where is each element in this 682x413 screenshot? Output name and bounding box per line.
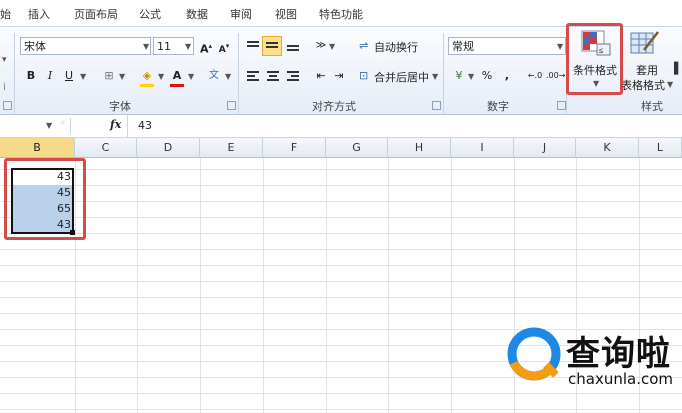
alignment-launcher-icon[interactable] xyxy=(432,101,441,110)
divider xyxy=(70,118,71,134)
divider xyxy=(443,33,444,113)
chevron-down-icon[interactable]: ▼ xyxy=(225,72,231,81)
italic-icon[interactable]: I xyxy=(41,67,59,85)
number-format-select[interactable]: 常规 xyxy=(448,37,566,55)
increase-decimal-icon[interactable]: ←.0 xyxy=(526,67,544,85)
chevron-down-icon[interactable]: ▼ xyxy=(432,72,438,81)
chevron-down-icon[interactable]: ▼ xyxy=(468,72,474,81)
highlight-frame-conditional-formatting xyxy=(566,23,623,95)
tab-formulas[interactable]: 公式 xyxy=(139,6,161,22)
insert-function-icon[interactable]: fx xyxy=(110,118,121,131)
wrap-text-button[interactable]: 自动换行 xyxy=(374,39,418,55)
format-as-table-button[interactable]: 套用 表格格式 ▼ xyxy=(621,27,674,97)
wrap-text-icon[interactable]: ⇌ xyxy=(359,39,368,52)
formula-bar: ▼ ◦ fx 43 xyxy=(0,115,682,138)
chevron-down-icon[interactable]: ▼ xyxy=(46,121,52,130)
sheet-grid[interactable]: 43 45 65 43 查询啦 chaxunla.com xyxy=(0,158,682,413)
align-left-icon[interactable] xyxy=(247,71,259,81)
chevron-down-icon[interactable]: ▼ xyxy=(158,72,164,81)
format-as-table-icon xyxy=(630,31,659,54)
dropdown-arrow-icon[interactable]: ▾ xyxy=(2,55,7,65)
watermark-logo-icon xyxy=(507,327,561,381)
merge-center-button[interactable]: 合并后居中 xyxy=(374,69,429,85)
font-name-select[interactable]: 宋体 xyxy=(20,37,151,55)
chevron-down-icon[interactable]: ▼ xyxy=(329,42,335,51)
divider xyxy=(127,115,128,137)
decrease-decimal-icon[interactable]: .00→ xyxy=(546,67,565,85)
tab-insert[interactable]: 插入 xyxy=(28,6,50,22)
chevron-down-icon[interactable]: ▼ xyxy=(188,72,194,81)
align-center-icon[interactable] xyxy=(267,71,279,81)
tab-page-layout[interactable]: 页面布局 xyxy=(74,6,118,22)
decrease-indent-icon[interactable]: ⇤ xyxy=(312,67,330,85)
increase-indent-icon[interactable]: ⇥ xyxy=(330,67,348,85)
number-launcher-icon[interactable] xyxy=(557,101,566,110)
column-header-b[interactable]: B xyxy=(0,138,75,157)
fill-color-icon[interactable]: ◈ xyxy=(138,67,156,85)
bold-icon[interactable]: B xyxy=(22,67,40,85)
chevron-down-icon: ▼ xyxy=(667,80,674,89)
column-header-h[interactable]: H xyxy=(388,138,451,157)
comma-style-icon[interactable]: , xyxy=(498,67,516,85)
watermark-site: chaxunla.com xyxy=(568,370,673,388)
align-right-icon[interactable] xyxy=(287,71,299,81)
font-group-label: 字体 xyxy=(109,100,131,113)
watermark-brand: 查询啦 xyxy=(566,334,671,374)
column-header-f[interactable]: F xyxy=(263,138,326,157)
divider xyxy=(14,33,15,113)
column-header-l[interactable]: L xyxy=(639,138,682,157)
orientation-icon[interactable]: ≫ xyxy=(312,37,330,55)
column-header-k[interactable]: K xyxy=(576,138,639,157)
fill-color-swatch xyxy=(140,84,154,87)
highlight-frame-selection xyxy=(4,158,86,240)
cell-styles-icon[interactable]: ▌ xyxy=(674,62,682,75)
merge-center-icon[interactable]: ⊡ xyxy=(359,69,368,82)
align-bottom-icon[interactable] xyxy=(287,43,299,53)
shrink-font-icon[interactable]: A▾ xyxy=(215,37,233,55)
alignment-group-label: 对齐方式 xyxy=(312,100,356,113)
chevron-down-icon[interactable]: ▼ xyxy=(80,72,86,81)
column-header-c[interactable]: C xyxy=(75,138,137,157)
clipboard-launcher-icon[interactable] xyxy=(3,101,12,110)
align-middle-button[interactable] xyxy=(262,36,282,56)
underline-icon[interactable]: U xyxy=(60,67,78,85)
font-color-icon[interactable]: A xyxy=(168,67,186,85)
column-headers: B C D E F G H I J K L xyxy=(0,138,682,158)
chevron-down-icon[interactable]: ▼ xyxy=(185,42,191,51)
chevron-down-icon[interactable]: ▼ xyxy=(143,42,149,51)
ribbon: ▾ ⅰ 宋体 ▼ 11 ▼ A▴ A▾ B I U ▼ ⊞ ▼ ◈ ▼ A ▼ … xyxy=(0,23,682,115)
currency-icon[interactable]: ¥ xyxy=(450,67,468,85)
column-header-e[interactable]: E xyxy=(200,138,263,157)
format-as-table-label-2: 表格格式 xyxy=(621,79,665,92)
number-group-label: 数字 xyxy=(487,100,509,113)
font-launcher-icon[interactable] xyxy=(227,101,236,110)
divider xyxy=(238,33,239,113)
column-header-d[interactable]: D xyxy=(137,138,200,157)
chevron-down-icon[interactable]: ▼ xyxy=(557,42,563,51)
borders-icon[interactable]: ⊞ xyxy=(100,67,118,85)
column-header-g[interactable]: G xyxy=(326,138,388,157)
align-top-icon[interactable] xyxy=(247,41,259,51)
tab-review[interactable]: 审阅 xyxy=(230,6,252,22)
column-header-j[interactable]: J xyxy=(514,138,576,157)
font-color-swatch xyxy=(170,84,184,87)
percent-icon[interactable]: % xyxy=(478,67,496,85)
tab-features[interactable]: 特色功能 xyxy=(319,6,363,22)
tab-data[interactable]: 数据 xyxy=(186,6,208,22)
align-middle-icon xyxy=(266,42,278,52)
tab-view[interactable]: 视图 xyxy=(275,6,297,22)
format-as-table-label-1: 套用 xyxy=(636,64,658,77)
grow-font-icon[interactable]: A▴ xyxy=(197,37,215,56)
resize-handle-icon[interactable]: ◦ xyxy=(60,118,66,129)
tab-home[interactable]: 始 xyxy=(0,6,11,22)
formula-input[interactable]: 43 xyxy=(138,119,152,132)
phonetic-icon[interactable]: 文 xyxy=(205,67,223,85)
chevron-down-icon[interactable]: ▼ xyxy=(119,72,125,81)
styles-group-label: 样式 xyxy=(641,100,663,113)
format-painter-icon[interactable]: ⅰ xyxy=(3,82,6,93)
column-header-i[interactable]: I xyxy=(451,138,514,157)
